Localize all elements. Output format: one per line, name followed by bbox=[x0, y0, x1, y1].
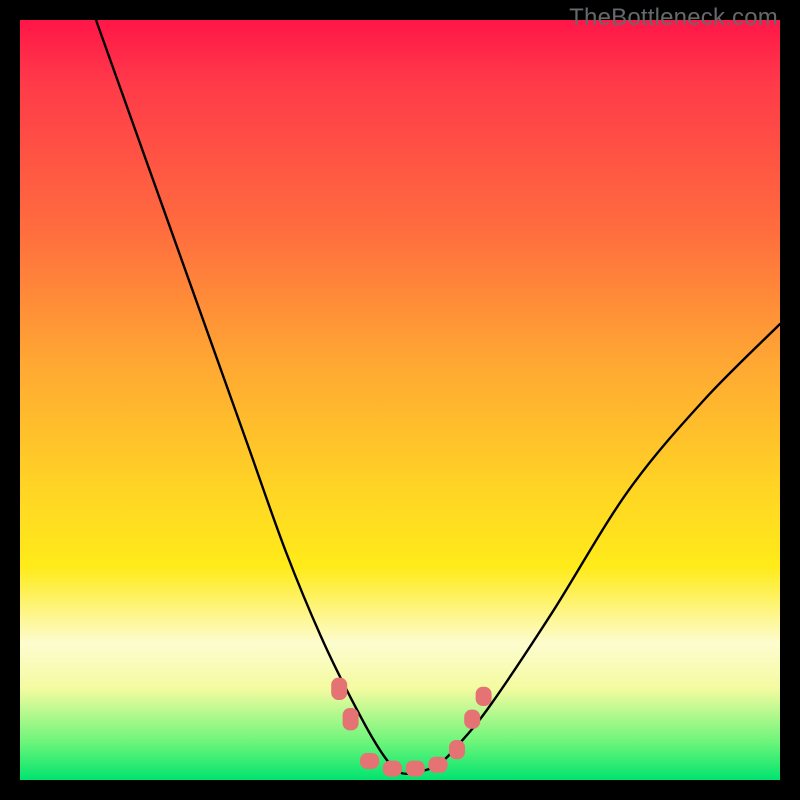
marker-point bbox=[406, 761, 425, 777]
marker-point bbox=[360, 753, 379, 769]
watermark-text: TheBottleneck.com bbox=[569, 4, 778, 32]
highlight-markers bbox=[331, 678, 491, 777]
marker-point bbox=[383, 761, 402, 777]
marker-point bbox=[476, 687, 492, 706]
plot-area bbox=[20, 20, 780, 780]
bottleneck-curve bbox=[96, 20, 780, 774]
curve-svg bbox=[20, 20, 780, 780]
chart-frame: TheBottleneck.com bbox=[0, 0, 800, 800]
marker-point bbox=[464, 710, 480, 729]
marker-point bbox=[449, 740, 465, 759]
marker-point bbox=[428, 757, 447, 773]
marker-point bbox=[343, 708, 359, 730]
marker-point bbox=[331, 678, 347, 700]
